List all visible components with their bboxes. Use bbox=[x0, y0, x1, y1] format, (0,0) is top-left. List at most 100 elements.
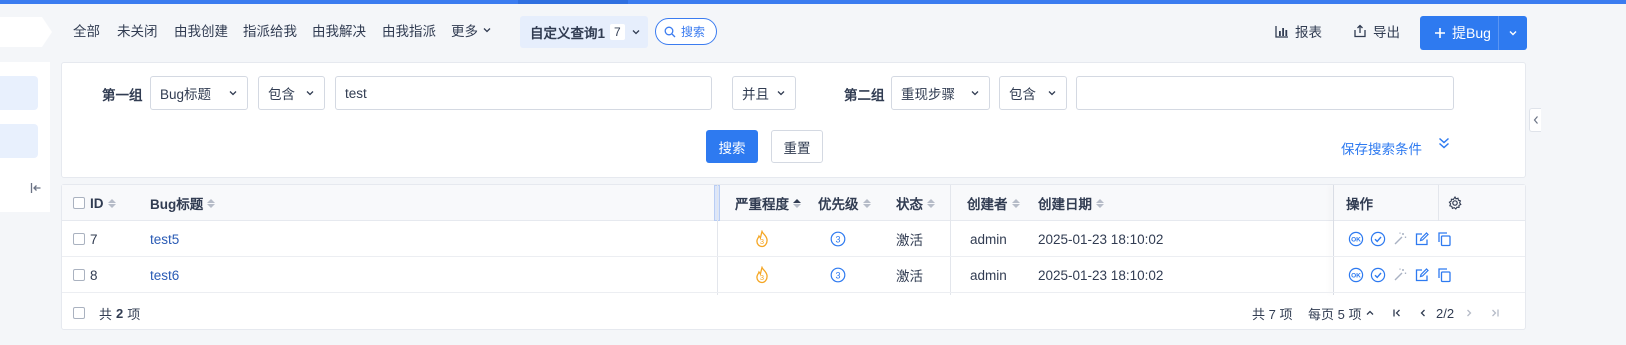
priority-circle-icon: 3 bbox=[830, 231, 846, 247]
table-row[interactable]: 7 test5 3 3 激活 admin 2025-01-23 18:10:02… bbox=[62, 221, 1525, 257]
table-row[interactable]: 8 test6 3 3 激活 admin 2025-01-23 18:10:02… bbox=[62, 257, 1525, 293]
next-page-button[interactable] bbox=[1464, 295, 1474, 331]
row-checkbox[interactable] bbox=[73, 257, 85, 293]
search-button[interactable]: 搜索 bbox=[706, 130, 758, 163]
report-button[interactable]: 报表 bbox=[1275, 21, 1322, 41]
copy-icon[interactable] bbox=[1436, 267, 1452, 283]
tab-unclosed[interactable]: 未关闭 bbox=[117, 20, 158, 40]
sidebar-item[interactable] bbox=[0, 76, 38, 110]
confirm-ok-icon[interactable]: OK bbox=[1348, 231, 1364, 247]
bar-chart-icon bbox=[1275, 25, 1288, 38]
col-status-header[interactable]: 状态 bbox=[896, 185, 935, 221]
tab-more[interactable]: 更多 bbox=[451, 20, 492, 40]
search-panel: 第一组 Bug标题 包含 test 并且 第二组 重现步骤 包含 搜索 重置 保… bbox=[61, 62, 1526, 178]
sort-icon bbox=[927, 198, 935, 208]
query-nav-bar: 全部 未关闭 由我创建 指派给我 由我解决 由我指派 更多 自定义查询1 7 搜… bbox=[0, 12, 1626, 50]
first-page-button[interactable] bbox=[1392, 295, 1402, 331]
col-date-header[interactable]: 创建日期 bbox=[1038, 185, 1104, 221]
confirm-ok-icon[interactable]: OK bbox=[1348, 267, 1364, 283]
save-search-link[interactable]: 保存搜索条件 bbox=[1341, 138, 1422, 158]
first-page-icon bbox=[1393, 309, 1400, 317]
col-actions-label: 操作 bbox=[1346, 197, 1373, 212]
tab-custom-query[interactable]: 自定义查询1 7 bbox=[520, 16, 648, 48]
breadcrumb-arrow[interactable] bbox=[0, 17, 54, 47]
sidebar-item[interactable] bbox=[0, 124, 38, 158]
tab-all[interactable]: 全部 bbox=[73, 20, 100, 40]
magic-wand-icon[interactable] bbox=[1392, 231, 1408, 247]
group1-label: 第一组 bbox=[102, 88, 143, 103]
group1-value-input[interactable]: test bbox=[335, 76, 712, 110]
group1-field-select[interactable]: Bug标题 bbox=[150, 76, 248, 110]
logic-select[interactable]: 并且 bbox=[732, 76, 796, 110]
double-chevron-down-icon[interactable] bbox=[1437, 136, 1451, 150]
col-creator-label: 创建者 bbox=[967, 197, 1008, 212]
chevron-down-icon bbox=[1048, 91, 1056, 96]
severity-badge: 3 bbox=[752, 257, 772, 293]
tab-assigned-by-me[interactable]: 由我指派 bbox=[382, 20, 436, 40]
prev-page-button[interactable] bbox=[1418, 295, 1428, 331]
logic-value: 并且 bbox=[742, 87, 769, 102]
export-button[interactable]: 导出 bbox=[1353, 21, 1400, 41]
add-bug-button[interactable]: 提Bug bbox=[1420, 16, 1498, 50]
tab-created-by-me[interactable]: 由我创建 bbox=[174, 20, 228, 40]
page-size-select[interactable]: 每页 5 项 bbox=[1308, 295, 1375, 331]
row-title-link[interactable]: test5 bbox=[150, 221, 179, 257]
resolve-check-icon[interactable] bbox=[1370, 267, 1386, 283]
col-creator-header[interactable]: 创建者 bbox=[967, 185, 1020, 221]
sidebar-collapse-icon[interactable] bbox=[30, 182, 42, 194]
page-indicator: 2/2 bbox=[1436, 305, 1455, 321]
col-severity-header[interactable]: 严重程度 bbox=[735, 185, 801, 221]
col-status-label: 状态 bbox=[896, 197, 923, 212]
top-accent-bar bbox=[0, 0, 1626, 4]
add-bug-label: 提Bug bbox=[1452, 25, 1491, 41]
copy-icon[interactable] bbox=[1436, 231, 1452, 247]
row-status: 激活 bbox=[896, 233, 923, 248]
svg-text:OK: OK bbox=[1351, 237, 1361, 244]
flame-severity-icon: 3 bbox=[756, 266, 768, 284]
col-id-header[interactable]: ID bbox=[90, 185, 116, 221]
row-checkbox[interactable] bbox=[73, 221, 85, 257]
row-date: 2025-01-23 18:10:02 bbox=[1038, 231, 1164, 247]
magic-wand-icon[interactable] bbox=[1392, 267, 1408, 283]
sort-icon bbox=[1011, 198, 1020, 208]
chevron-down-icon bbox=[1509, 31, 1517, 36]
chevron-down-icon bbox=[306, 91, 314, 96]
priority-circle-icon: 3 bbox=[830, 267, 846, 283]
column-divider bbox=[1438, 185, 1439, 221]
chevron-right-icon bbox=[1467, 309, 1472, 317]
group2-field-select[interactable]: 重现步骤 bbox=[891, 76, 990, 110]
report-label: 报表 bbox=[1295, 25, 1322, 40]
add-bug-dropdown-button[interactable] bbox=[1499, 16, 1527, 50]
sort-icon bbox=[107, 198, 116, 208]
row-title-link[interactable]: test6 bbox=[150, 257, 179, 293]
query-count-badge: 7 bbox=[610, 24, 625, 40]
col-title-header[interactable]: Bug标题 bbox=[150, 185, 216, 221]
row-actions: OK bbox=[1348, 221, 1452, 257]
sort-icon bbox=[862, 198, 871, 208]
resolve-check-icon[interactable] bbox=[1370, 231, 1386, 247]
col-severity-label: 严重程度 bbox=[735, 197, 789, 212]
tab-resolved-by-me[interactable]: 由我解决 bbox=[312, 20, 366, 40]
tab-assigned-to-me[interactable]: 指派给我 bbox=[243, 20, 297, 40]
select-all-checkbox[interactable] bbox=[73, 185, 85, 221]
last-page-button[interactable] bbox=[1490, 295, 1500, 331]
group2-label: 第二组 bbox=[844, 88, 885, 103]
right-panel-toggle[interactable] bbox=[1529, 108, 1541, 132]
chevron-down-icon bbox=[483, 28, 491, 33]
group1-operator-select[interactable]: 包含 bbox=[258, 76, 325, 110]
footer-select-checkbox[interactable] bbox=[73, 295, 85, 331]
add-bug-button-group: 提Bug bbox=[1420, 16, 1527, 50]
group2-field-value: 重现步骤 bbox=[901, 87, 955, 102]
total-count: 2 bbox=[116, 305, 124, 321]
group2-value-input[interactable] bbox=[1076, 76, 1454, 110]
edit-icon[interactable] bbox=[1414, 231, 1430, 247]
sort-icon bbox=[793, 198, 801, 208]
edit-icon[interactable] bbox=[1414, 267, 1430, 283]
reset-button[interactable]: 重置 bbox=[771, 130, 823, 163]
group2-operator-select[interactable]: 包含 bbox=[999, 76, 1067, 110]
table-settings-button[interactable] bbox=[1448, 185, 1462, 221]
search-toggle-button[interactable]: 搜索 bbox=[655, 18, 717, 45]
chevron-left-icon bbox=[1420, 309, 1425, 317]
col-priority-header[interactable]: 优先级 bbox=[818, 185, 871, 221]
svg-text:3: 3 bbox=[760, 237, 764, 246]
